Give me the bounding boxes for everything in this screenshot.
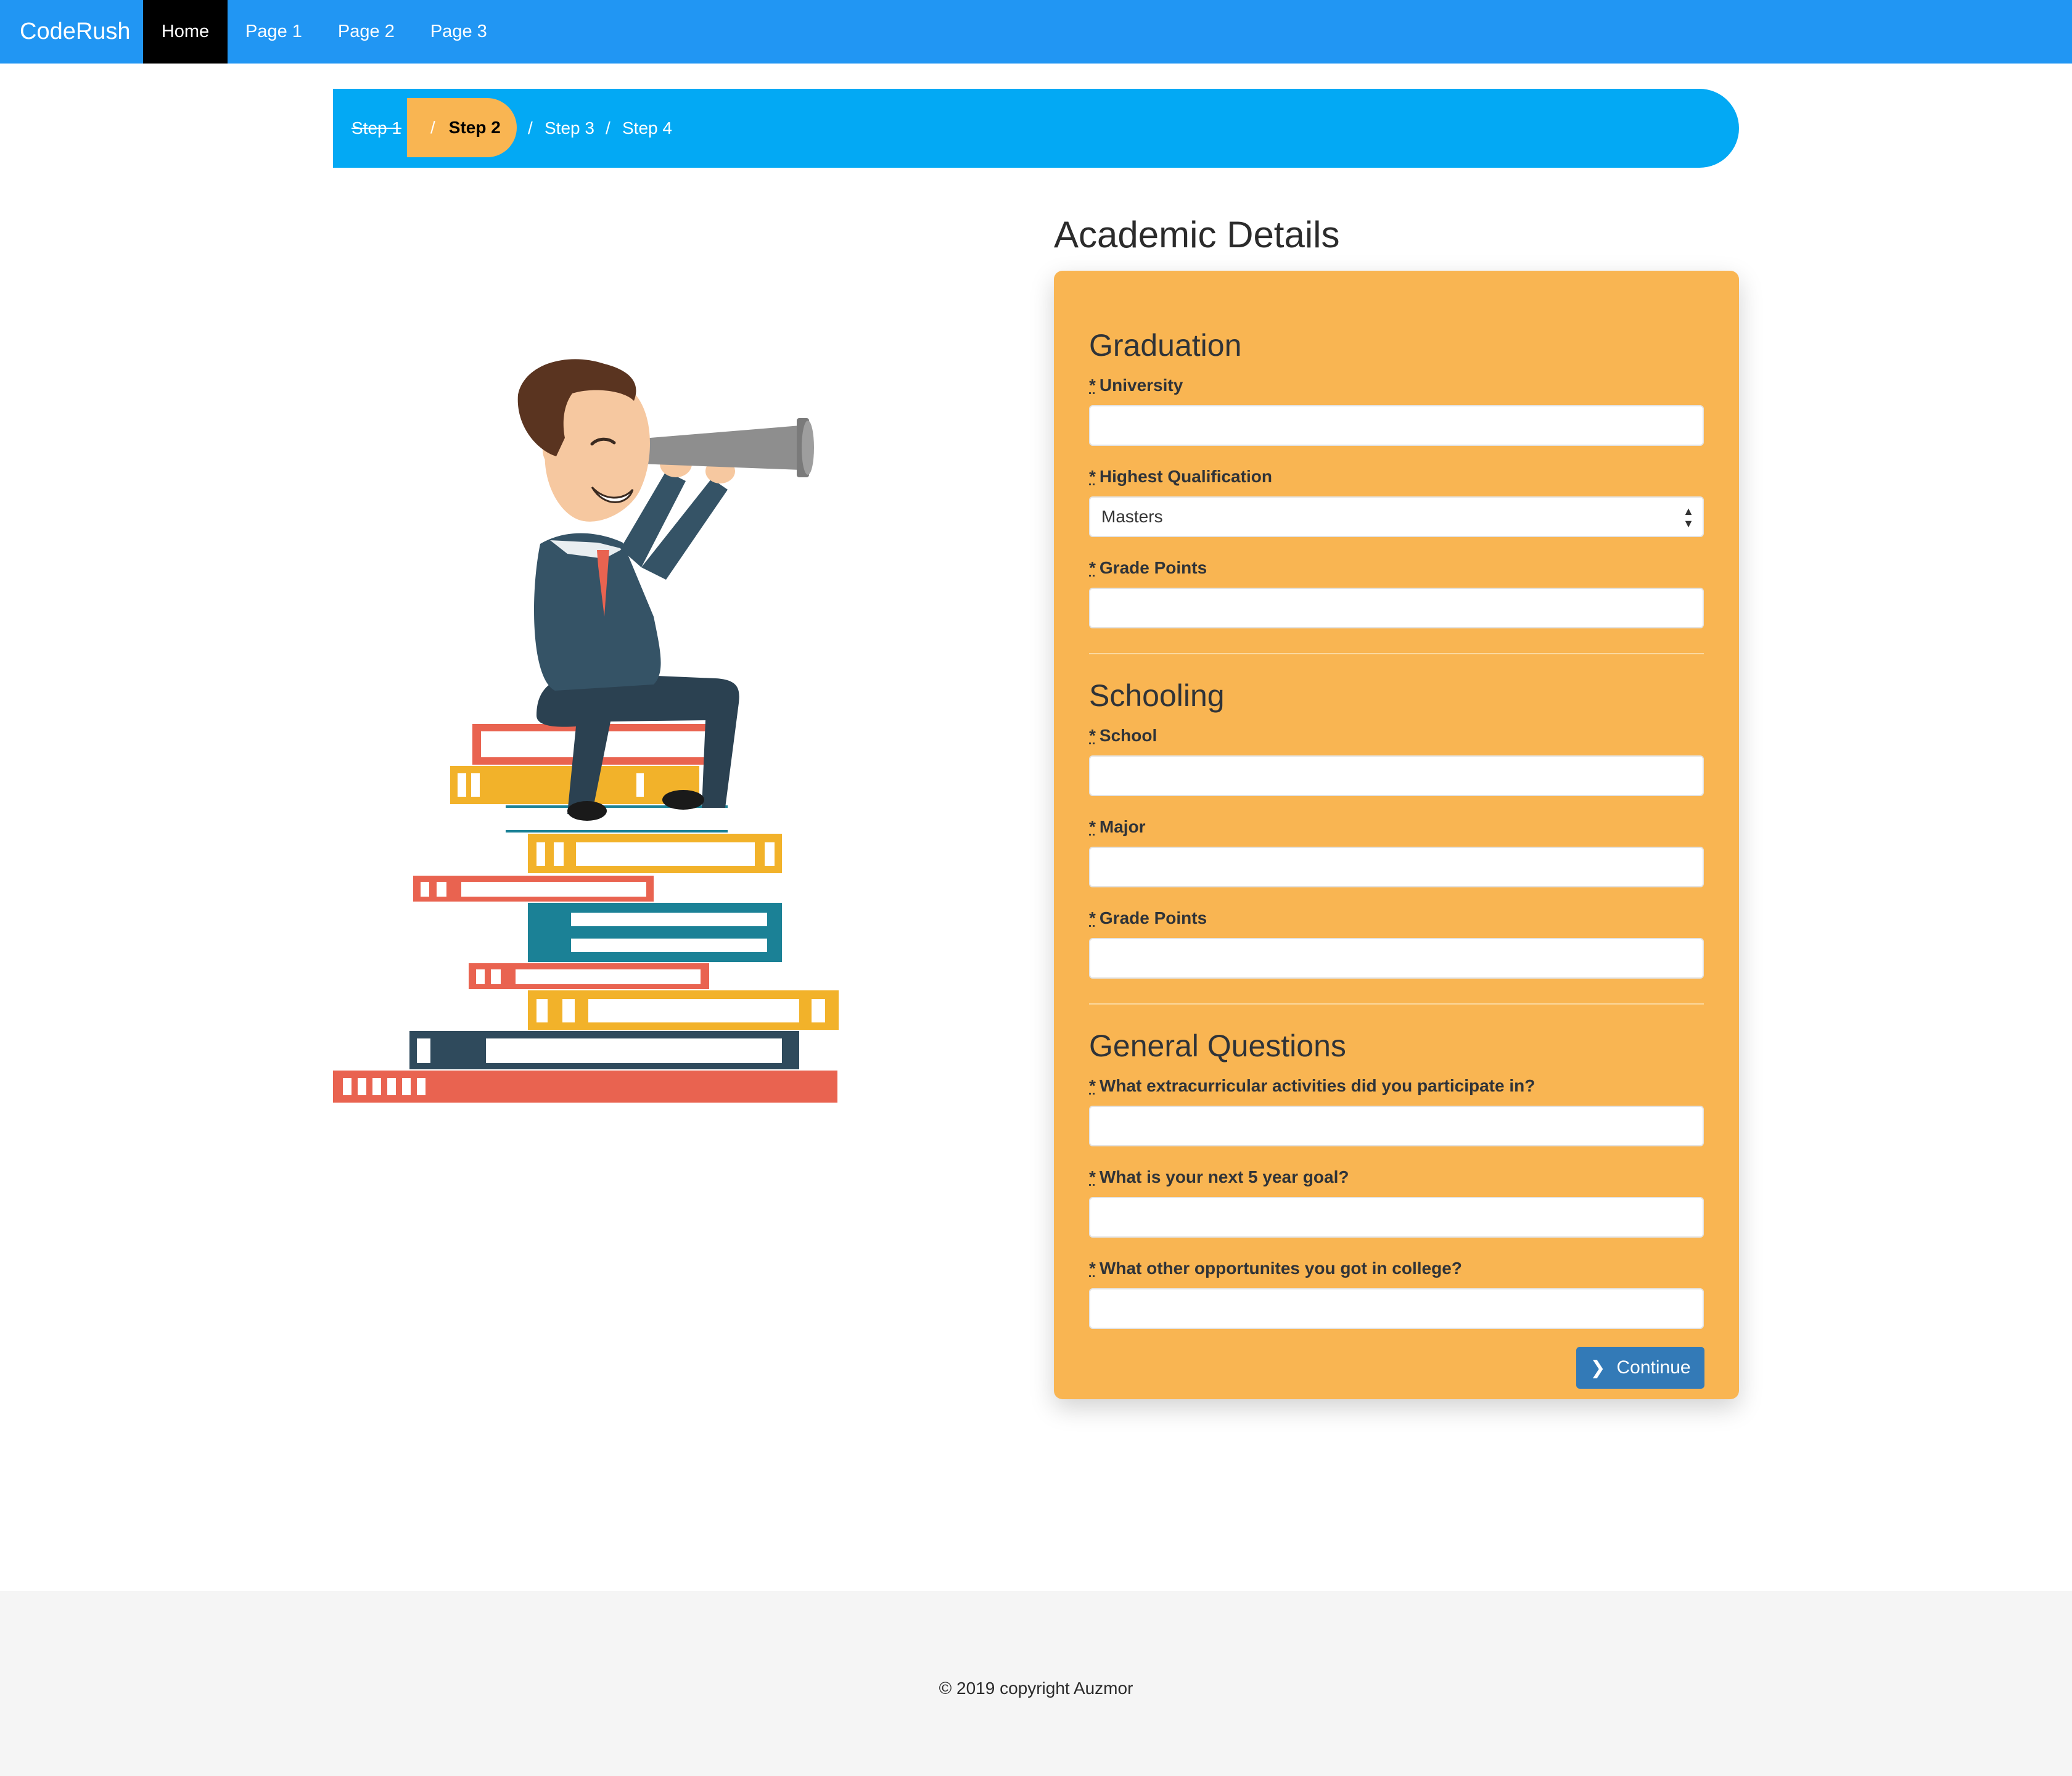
nav-page-1[interactable]: Page 1 xyxy=(228,0,320,64)
required-marker: * xyxy=(1089,467,1096,486)
academic-details-form: Graduation * University * Highest Qualific… xyxy=(1054,271,1739,1399)
schooling-grade-points-input[interactable] xyxy=(1089,938,1704,979)
graduation-grade-points-label: * Grade Points xyxy=(1089,558,1207,577)
major-label: * Major xyxy=(1089,817,1146,836)
required-marker: * xyxy=(1089,376,1096,395)
extracurricular-input[interactable] xyxy=(1089,1106,1704,1146)
nav-page-3[interactable]: Page 3 xyxy=(413,0,505,64)
required-marker: * xyxy=(1089,558,1096,577)
nav-page-2[interactable]: Page 2 xyxy=(320,0,413,64)
step-2-current[interactable]: / Step 2 xyxy=(407,98,517,157)
select-arrows-icon: ▲ ▼ xyxy=(1683,505,1694,530)
page-title: Academic Details xyxy=(1054,214,1340,255)
section-title-general-questions: General Questions xyxy=(1089,1029,1346,1063)
copyright-text: © 2019 copyright Auzmor xyxy=(939,1679,1133,1698)
step-4[interactable]: Step 4 xyxy=(622,89,672,168)
step-1[interactable]: Step 1 xyxy=(352,89,401,168)
required-marker: * xyxy=(1089,1167,1096,1186)
graduation-grade-points-input[interactable] xyxy=(1089,588,1704,628)
step-3[interactable]: Step 3 xyxy=(545,89,594,168)
man-with-telescope-illustration xyxy=(333,358,839,1106)
highest-qualification-label: * Highest Qualification xyxy=(1089,467,1272,486)
footer: © 2019 copyright Auzmor xyxy=(0,1591,2072,1776)
school-label: * School xyxy=(1089,726,1157,745)
college-opportunities-label: * What other opportunites you got in coll… xyxy=(1089,1259,1462,1278)
section-title-schooling: Schooling xyxy=(1089,678,1225,713)
required-marker: * xyxy=(1089,908,1096,927)
section-divider xyxy=(1089,1003,1704,1005)
nav-home[interactable]: Home xyxy=(143,0,228,64)
step-separator: / xyxy=(606,118,610,138)
five-year-goal-label: * What is your next 5 year goal? xyxy=(1089,1167,1349,1186)
highest-qualification-value: Masters xyxy=(1101,507,1163,526)
major-input[interactable] xyxy=(1089,847,1704,887)
university-input[interactable] xyxy=(1089,405,1704,446)
schooling-grade-points-label: * Grade Points xyxy=(1089,908,1207,927)
school-input[interactable] xyxy=(1089,755,1704,796)
step-breadcrumb: Step 1 / Step 2 / Step 3 / Step 4 xyxy=(333,89,1739,168)
five-year-goal-input[interactable] xyxy=(1089,1197,1704,1238)
step-separator: / xyxy=(528,118,533,138)
required-marker: * xyxy=(1089,817,1096,836)
highest-qualification-select[interactable]: Masters ▲ ▼ xyxy=(1089,496,1704,537)
university-label: * University xyxy=(1089,376,1183,395)
section-divider xyxy=(1089,653,1704,654)
extracurricular-label: * What extracurricular activities did you… xyxy=(1089,1076,1536,1095)
continue-button[interactable]: ❯ Continue xyxy=(1576,1347,1704,1389)
college-opportunities-input[interactable] xyxy=(1089,1288,1704,1329)
required-marker: * xyxy=(1089,1259,1096,1278)
navbar: CodeRush Home Page 1 Page 2 Page 3 xyxy=(0,0,2072,64)
brand-logo[interactable]: CodeRush xyxy=(0,0,143,64)
chevron-right-icon: ❯ xyxy=(1590,1357,1606,1378)
step-separator: / xyxy=(430,118,435,137)
required-marker: * xyxy=(1089,1076,1096,1095)
step-2-label: Step 2 xyxy=(448,118,501,137)
required-marker: * xyxy=(1089,726,1096,745)
section-title-graduation: Graduation xyxy=(1089,328,1242,363)
continue-label: Continue xyxy=(1616,1357,1691,1378)
